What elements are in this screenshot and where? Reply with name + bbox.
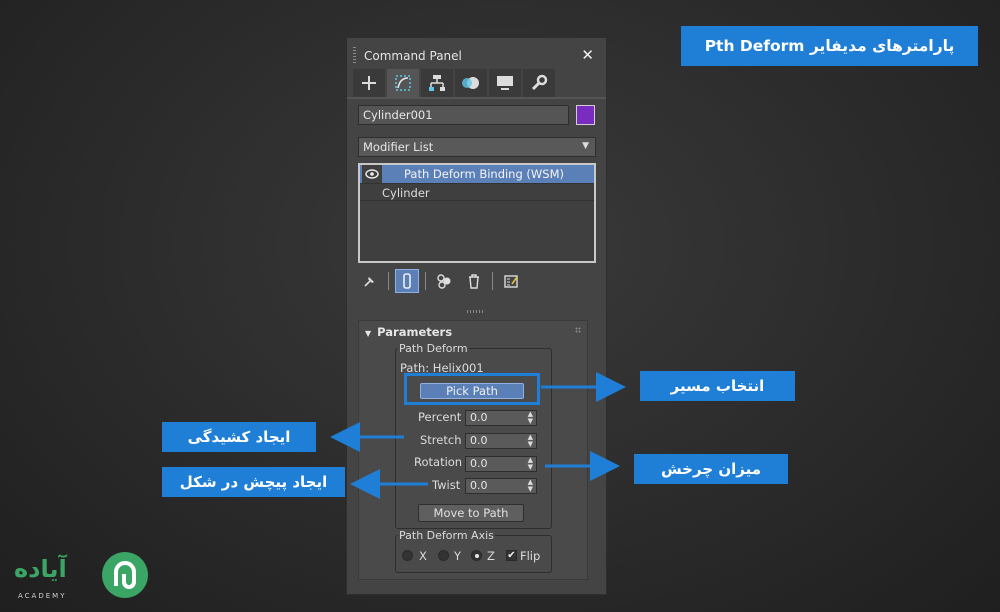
tab-modify[interactable] <box>387 69 419 97</box>
toolbar-separator <box>492 272 493 290</box>
axis-x-label: X <box>419 549 427 563</box>
move-to-path-button[interactable]: Move to Path <box>418 504 524 522</box>
logo-wordmark: آیاده <box>14 555 67 583</box>
panel-tabs <box>353 69 555 97</box>
panel-resize-grip[interactable] <box>467 310 483 313</box>
tab-divider <box>347 97 606 99</box>
twist-spinner[interactable]: 0.0 ▲ ▼ <box>465 478 537 494</box>
path-deform-group-label: Path Deform <box>398 342 469 355</box>
stretch-spinner[interactable]: 0.0 ▲ ▼ <box>465 433 537 449</box>
stretch-label: Stretch <box>420 433 462 447</box>
axis-z-radio[interactable] <box>471 550 482 561</box>
object-color-swatch[interactable] <box>576 105 595 125</box>
tab-create[interactable] <box>353 69 385 97</box>
flip-checkbox[interactable]: ✔ <box>506 550 517 561</box>
logo-icon <box>102 552 148 598</box>
spinner-arrows-icon[interactable]: ▲ ▼ <box>528 457 533 471</box>
toolbar-separator <box>388 272 389 290</box>
monitor-icon <box>497 76 513 90</box>
spinner-arrows-icon[interactable]: ▲ ▼ <box>528 479 533 493</box>
axis-y-radio[interactable] <box>438 550 449 561</box>
make-unique-icon[interactable] <box>432 269 456 293</box>
stack-item-label: Cylinder <box>382 186 430 200</box>
show-end-result-icon[interactable] <box>395 269 419 293</box>
path-deform-axis-group: Path Deform Axis X Y Z ✔ Flip <box>395 529 552 573</box>
rotation-value: 0.0 <box>470 457 488 470</box>
wrench-icon <box>531 74 548 91</box>
twist-value: 0.0 <box>470 479 488 492</box>
panel-titlebar[interactable]: Command Panel ✕ <box>347 38 606 68</box>
modifier-stack: Path Deform Binding (WSM) Cylinder <box>358 163 596 263</box>
trash-icon[interactable] <box>462 269 486 293</box>
stack-toolbar <box>358 269 529 293</box>
configure-modifier-sets-icon[interactable] <box>499 269 523 293</box>
panel-title: Command Panel <box>364 49 462 63</box>
twist-label: Twist <box>432 478 461 492</box>
callout-rotation: میزان چرخش <box>634 454 788 484</box>
axis-z-label: Z <box>487 549 495 563</box>
collapse-triangle-icon: ▼ <box>365 329 372 338</box>
spinner-arrows-icon[interactable]: ▲ ▼ <box>528 411 533 425</box>
tab-utilities[interactable] <box>523 69 555 97</box>
percent-value: 0.0 <box>470 411 488 424</box>
parameters-rollout: ▼ Parameters Path Deform Path: Helix001 P… <box>358 320 588 580</box>
axis-x-radio[interactable] <box>402 550 413 561</box>
spinner-arrows-icon[interactable]: ▲ ▼ <box>528 434 533 448</box>
callout-stretch: ایجاد کشیدگی <box>162 422 316 452</box>
hierarchy-icon <box>429 75 445 91</box>
pick-path-highlight <box>404 373 540 405</box>
percent-label: Percent <box>418 410 462 424</box>
chevron-down-icon: ▼ <box>582 141 589 151</box>
close-icon[interactable]: ✕ <box>581 46 594 64</box>
stack-item-path-deform-binding[interactable]: Path Deform Binding (WSM) <box>360 165 594 183</box>
parameters-heading[interactable]: ▼ Parameters <box>365 325 452 339</box>
pin-stack-icon[interactable] <box>358 269 382 293</box>
tab-display[interactable] <box>489 69 521 97</box>
modifier-list-label: Modifier List <box>363 140 434 154</box>
rotation-spinner[interactable]: 0.0 ▲ ▼ <box>465 456 537 472</box>
stack-item-cylinder[interactable]: Cylinder <box>360 183 594 201</box>
axis-y-label: Y <box>454 549 462 563</box>
parameters-heading-label: Parameters <box>377 325 453 339</box>
modifier-list-dropdown[interactable]: Modifier List ▼ <box>358 137 596 157</box>
tab-motion[interactable] <box>455 69 487 97</box>
modify-curve-icon <box>395 75 411 91</box>
stack-item-label: Path Deform Binding (WSM) <box>404 167 564 181</box>
rotation-label: Rotation <box>414 455 463 469</box>
callout-pick-path: انتخاب مسیر <box>640 371 795 401</box>
toolbar-separator <box>425 272 426 290</box>
stretch-value: 0.0 <box>470 434 488 447</box>
logo-subtitle: ACADEMY <box>18 592 67 600</box>
title-banner: پارامترهای مدیفایر Pth Deform <box>681 26 978 66</box>
flip-label: Flip <box>520 549 541 563</box>
percent-spinner[interactable]: 0.0 ▲ ▼ <box>465 410 537 426</box>
callout-twist: ایجاد پیچش در شکل <box>162 467 345 497</box>
axis-group-label: Path Deform Axis <box>398 529 495 542</box>
drag-grip-icon[interactable] <box>353 47 356 63</box>
eye-icon[interactable] <box>362 165 382 183</box>
object-name-field[interactable] <box>358 105 569 125</box>
tab-hierarchy[interactable] <box>421 69 453 97</box>
motion-icon <box>462 77 479 89</box>
plus-icon <box>362 76 376 90</box>
rollout-grip-icon[interactable] <box>575 327 581 333</box>
command-panel: Command Panel ✕ Cylinder001 Modifier Lis… <box>346 37 607 595</box>
